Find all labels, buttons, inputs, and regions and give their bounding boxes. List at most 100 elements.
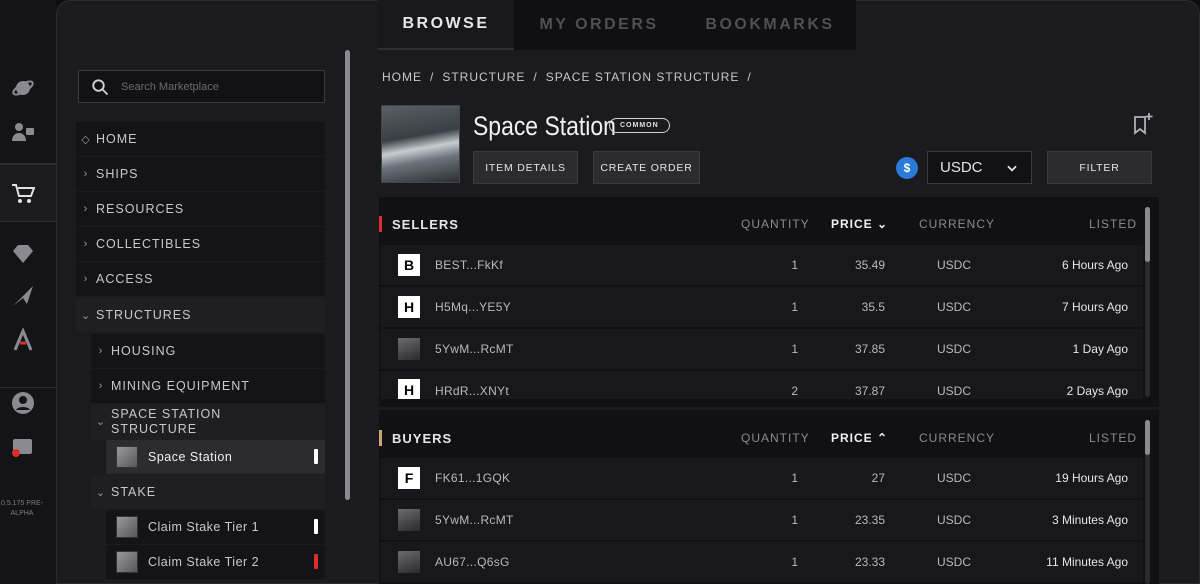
col-listed[interactable]: LISTED (1089, 217, 1137, 231)
tab-my-orders[interactable]: MY ORDERS (514, 0, 684, 50)
seller-name: HRdR...XNYt (435, 384, 509, 398)
col-price[interactable]: PRICE ⌄ (831, 217, 888, 231)
seller-row[interactable]: H HRdR...XNYt 2 37.87 USDC 2 Days Ago (380, 371, 1143, 399)
rail-section-top (0, 0, 56, 164)
col-price[interactable]: PRICE ⌃ (831, 431, 888, 445)
sidebar-item-label: MINING EQUIPMENT (111, 379, 250, 393)
account-icon[interactable] (9, 389, 37, 417)
sidebar-item-resources[interactable]: › RESOURCES (76, 192, 325, 226)
sidebar-item-label: COLLECTIBLES (96, 237, 202, 251)
sidebar-item-housing[interactable]: › HOUSING (91, 334, 325, 368)
sidebar-scrollbar-thumb[interactable] (345, 50, 350, 500)
sellers-panel: SELLERS QUANTITY PRICE ⌄ CURRENCY LISTED… (379, 197, 1159, 407)
buyers-scrollbar-thumb[interactable] (1145, 420, 1150, 455)
breadcrumb-space-station-structure[interactable]: SPACE STATION STRUCTURE (546, 70, 740, 84)
col-quantity[interactable]: QUANTITY (741, 217, 810, 231)
quantity: 1 (791, 471, 798, 485)
planet-icon[interactable] (9, 74, 37, 102)
breadcrumb-separator: / (747, 70, 752, 84)
wallet-icon[interactable] (9, 432, 37, 460)
listed-time: 11 Minutes Ago (1046, 555, 1128, 569)
sellers-title: SELLERS (392, 216, 459, 232)
sidebar-item-home[interactable]: ◇ HOME (76, 122, 325, 156)
sidebar-item-ships[interactable]: › SHIPS (76, 157, 325, 191)
sidebar-item-claim-stake-tier-1[interactable]: Claim Stake Tier 1 (106, 510, 325, 544)
buyer-row[interactable]: 5YwM...RcMT 1 23.35 USDC 3 Minutes Ago (380, 500, 1143, 540)
seller-row[interactable]: B BEST...FkKf 1 35.49 USDC 6 Hours Ago (380, 245, 1143, 285)
atlas-icon[interactable] (9, 326, 37, 354)
col-listed[interactable]: LISTED (1089, 431, 1137, 445)
chevron-right-icon: › (83, 238, 89, 250)
seller-name: 5YwM...RcMT (435, 342, 514, 356)
ship-icon[interactable] (9, 282, 37, 310)
filter-button[interactable]: FILTER (1047, 151, 1152, 184)
col-quantity[interactable]: QUANTITY (741, 431, 810, 445)
diamond-small-icon: ◇ (81, 133, 91, 146)
buyers-header: BUYERS QUANTITY PRICE ⌃ CURRENCY LISTED (379, 424, 1139, 452)
breadcrumb-home[interactable]: HOME (382, 70, 422, 84)
page-title: Space Station (473, 111, 616, 141)
top-tabs: BROWSE MY ORDERS BOOKMARKS (378, 0, 856, 50)
search-input[interactable] (121, 80, 301, 93)
seller-row[interactable]: 5YwM...RcMT 1 37.85 USDC 1 Day Ago (380, 329, 1143, 369)
sidebar-item-label: ACCESS (96, 272, 154, 286)
sellers-accent (379, 216, 382, 232)
bookmark-add-icon[interactable] (1131, 112, 1155, 136)
quantity: 1 (791, 513, 798, 527)
listed-time: 7 Hours Ago (1061, 300, 1128, 314)
col-currency[interactable]: CURRENCY (919, 431, 995, 445)
currency-select-value: USDC (940, 159, 983, 176)
status-marker (314, 519, 318, 534)
sellers-header: SELLERS QUANTITY PRICE ⌄ CURRENCY LISTED (379, 210, 1139, 238)
chevron-right-icon: › (98, 380, 104, 392)
diamond-icon[interactable] (9, 240, 37, 268)
sidebar-item-collectibles[interactable]: › COLLECTIBLES (76, 227, 325, 261)
col-price-label: PRICE (831, 217, 873, 231)
sidebar-item-space-station[interactable]: Space Station (106, 440, 325, 474)
sidebar-scrollbar[interactable] (345, 50, 350, 500)
sidebar-item-label: SPACE STATION STRUCTURE (111, 407, 222, 436)
sidebar-item-access[interactable]: › ACCESS (76, 262, 325, 296)
sidebar-item-stake[interactable]: ⌄ STAKE (91, 475, 325, 509)
sidebar-item-label: RESOURCES (96, 202, 185, 216)
item-details-button[interactable]: ITEM DETAILS (473, 151, 578, 184)
currency-select[interactable]: USDC (927, 151, 1032, 184)
currency: USDC (936, 471, 971, 485)
status-marker (314, 554, 318, 569)
listed-time: 3 Minutes Ago (1051, 513, 1128, 527)
listed-time: 6 Hours Ago (1061, 258, 1128, 272)
sellers-scrollbar[interactable] (1145, 207, 1150, 397)
profile-badge-icon[interactable] (9, 118, 37, 146)
currency: USDC (936, 513, 971, 527)
sidebar-item-label: SHIPS (96, 167, 139, 181)
chevron-down-icon: ⌄ (95, 486, 107, 499)
sidebar-item-label: HOUSING (111, 344, 177, 358)
sort-desc-icon: ⌄ (877, 217, 889, 231)
sidebar-item-space-station-structure[interactable]: ⌄ SPACE STATION STRUCTURE (91, 404, 325, 440)
create-order-button[interactable]: CREATE ORDER (593, 151, 700, 184)
price: 35.5 (861, 300, 885, 314)
avatar (398, 338, 420, 360)
sidebar-item-mining-equipment[interactable]: › MINING EQUIPMENT (91, 369, 325, 403)
sidebar-item-label: STAKE (111, 485, 157, 499)
breadcrumb-separator: / (533, 70, 538, 84)
cart-icon[interactable] (9, 180, 37, 208)
chevron-right-icon: › (98, 345, 104, 357)
buyer-row[interactable]: F FK61...1GQK 1 27 USDC 19 Hours Ago (380, 458, 1143, 498)
search-icon (92, 78, 109, 95)
tab-browse[interactable]: BROWSE (378, 0, 514, 50)
breadcrumb-structure[interactable]: STRUCTURE (442, 70, 525, 84)
buyer-row[interactable]: AU67...Q6sG 1 23.33 USDC 11 Minutes Ago (380, 542, 1143, 582)
sidebar-item-structures[interactable]: ⌄ STRUCTURES (76, 298, 325, 332)
quantity: 2 (791, 384, 798, 398)
seller-name: BEST...FkKf (435, 258, 503, 272)
col-currency[interactable]: CURRENCY (919, 217, 995, 231)
seller-name: H5Mq...YE5Y (435, 300, 511, 314)
sellers-scrollbar-thumb[interactable] (1145, 207, 1150, 262)
tab-bookmarks[interactable]: BOOKMARKS (684, 0, 856, 50)
sidebar-item-claim-stake-tier-2[interactable]: Claim Stake Tier 2 (106, 545, 325, 579)
seller-row[interactable]: H H5Mq...YE5Y 1 35.5 USDC 7 Hours Ago (380, 287, 1143, 327)
breadcrumb-separator: / (430, 70, 435, 84)
buyers-scrollbar[interactable] (1145, 420, 1150, 584)
sidebar-item-label: Claim Stake Tier 2 (148, 555, 260, 569)
